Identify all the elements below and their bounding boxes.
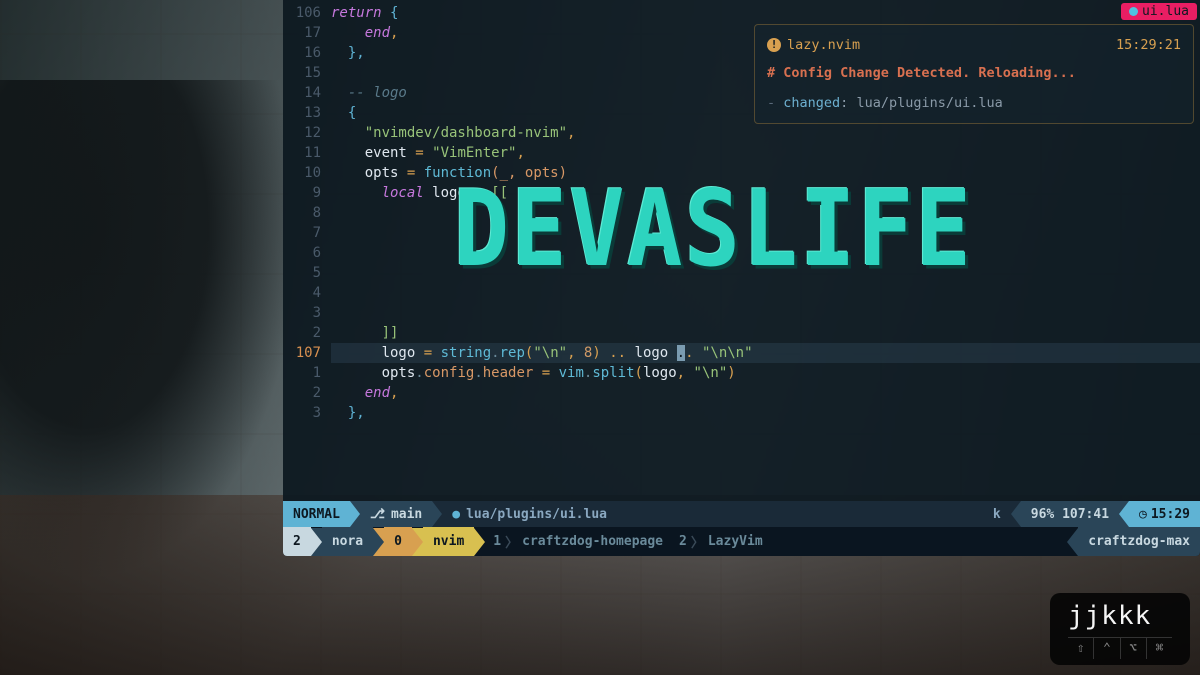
- editor-body[interactable]: 106 17 16 15 14 13 12 11 10 9 8 7 6 5 4 …: [283, 3, 1200, 498]
- tmux-active-window-name[interactable]: nvim: [423, 527, 474, 556]
- status-position: 96% 107:41: [1021, 501, 1119, 527]
- status-clock: ◷ 15:29: [1129, 501, 1200, 527]
- tmux-window-2[interactable]: 2〉LazyVim: [671, 527, 771, 556]
- keycast-keys: jjkkk: [1068, 601, 1172, 631]
- git-branch: ⎇ main: [360, 501, 432, 527]
- keycast-overlay: jjkkk ⇧ ⌃ ⌥ ⌘: [1050, 593, 1190, 665]
- clock-icon: ◷: [1139, 507, 1147, 522]
- tmux-line[interactable]: 2 nora 0 nvim 1〉craftzdog-homepage 2〉Laz…: [283, 527, 1200, 556]
- shift-mod-icon: ⇧: [1068, 638, 1094, 659]
- tmux-active-window-index[interactable]: 0: [384, 527, 412, 556]
- tmux-host: craftzdog-max: [1078, 527, 1200, 556]
- cursor: .: [677, 345, 685, 361]
- option-mod-icon: ⌥: [1121, 638, 1147, 659]
- cursor-line: logo = string.rep("\n", 8) .. logo .. "\…: [331, 343, 1200, 363]
- statusline: NORMAL ⎇ main ● lua/plugins/ui.lua k 96%…: [283, 501, 1200, 527]
- lua-icon: ●: [452, 507, 460, 522]
- tmux-session-index[interactable]: 2: [283, 527, 311, 556]
- mode-segment: NORMAL: [283, 501, 350, 527]
- line-gutter: 106 17 16 15 14 13 12 11 10 9 8 7 6 5 4 …: [283, 3, 331, 498]
- cmd-mod-icon: ⌘: [1147, 638, 1172, 659]
- branch-icon: ⎇: [370, 507, 385, 522]
- status-keypress: k: [983, 501, 1011, 527]
- code-area[interactable]: return { end, }, -- logo { "nvimdev/dash…: [331, 3, 1200, 498]
- terminal-window[interactable]: ui.lua ! lazy.nvim 15:29:21 # Config Cha…: [283, 0, 1200, 556]
- status-filename: ● lua/plugins/ui.lua: [442, 501, 617, 527]
- ctrl-mod-icon: ⌃: [1094, 638, 1120, 659]
- tmux-window-1[interactable]: 1〉craftzdog-homepage: [485, 527, 671, 556]
- tmux-session-name[interactable]: nora: [322, 527, 373, 556]
